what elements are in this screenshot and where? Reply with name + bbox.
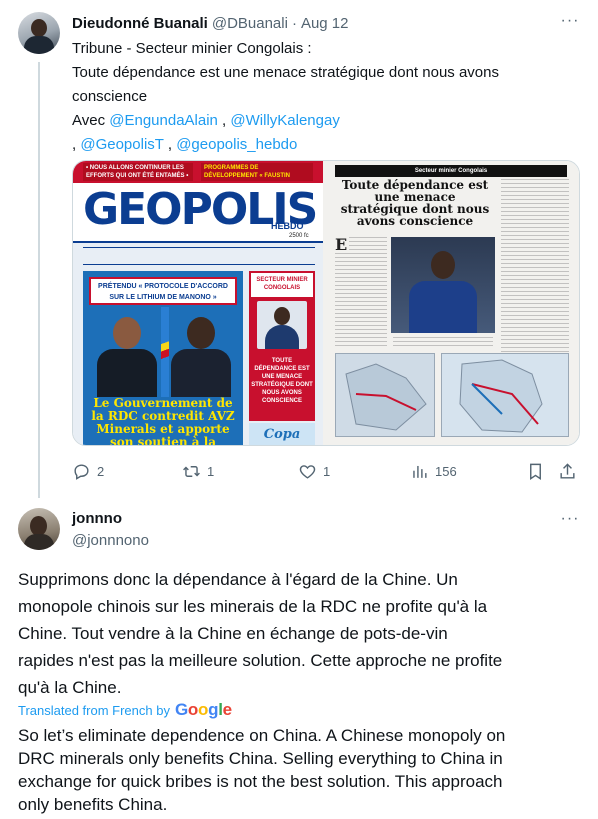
map-shape <box>459 359 543 433</box>
tweet-text-line: Toute dépendance est une menace stratégi… <box>72 64 499 81</box>
avatar[interactable] <box>18 12 60 54</box>
google-logo: Google <box>175 700 232 720</box>
cover-side-photo <box>257 301 307 349</box>
translated-text-line: So let’s eliminate dependence on China. … <box>18 726 506 745</box>
more-options-icon[interactable]: ··· <box>558 12 582 32</box>
author-handle[interactable]: @jonnnono <box>72 532 149 549</box>
person-face <box>187 317 215 349</box>
thread-line <box>38 62 40 498</box>
google-letter: o <box>187 700 198 719</box>
tweet-text-line: Tribune - Secteur minier Congolais : <box>72 40 312 57</box>
cover-headline: PRÉTENDU « PROTOCOLE D'ACCORD SUR LE LIT… <box>89 277 237 305</box>
author-name[interactable]: Dieudonné Buanali <box>72 15 208 32</box>
mentions-line: Avec @EngundaAlain , @WillyKalengay <box>72 109 584 133</box>
mentions-line: , @GeopolisT , @geopolis_hebdo <box>72 133 584 157</box>
tweet-date[interactable]: Aug 12 <box>301 15 349 32</box>
share-button[interactable] <box>558 458 577 484</box>
person-face <box>274 307 290 325</box>
retweet-count: 1 <box>207 463 215 479</box>
mention-link[interactable]: @EngundaAlain <box>109 112 218 129</box>
translated-text-line: DRC minerals only benefits China. Sellin… <box>18 749 503 768</box>
cover-side-title: SECTEUR MINIER CONGOLAIS <box>251 273 313 297</box>
heart-icon <box>299 464 316 479</box>
tweet-text-line: monopole chinois sur les minerais de la … <box>18 597 488 616</box>
tweet-media-image[interactable]: • NOUS ALLONS CONTINUER LES EFFORTS QUI … <box>72 160 580 446</box>
google-letter: G <box>174 700 188 719</box>
article-title: Toute dépendance est une menace stratégi… <box>340 178 490 228</box>
retweet-button[interactable]: 1 <box>182 458 214 484</box>
article-dropcap: E <box>335 235 349 254</box>
article-map <box>441 353 569 437</box>
person-suit <box>409 281 477 333</box>
mention-separator: , <box>217 112 231 129</box>
person-face <box>431 251 455 279</box>
cover-side-text: TOUTE DÉPENDANCE EST UNE MENACE STRATÉGI… <box>251 358 313 404</box>
article-map <box>335 353 435 437</box>
mention-link[interactable]: @WillyKalengay <box>230 112 339 129</box>
article-photo <box>391 237 495 333</box>
avatar-head <box>31 19 47 37</box>
avatar-body <box>24 36 54 54</box>
tweet-1[interactable]: Dieudonné Buanali @DBuanali · Aug 12 ···… <box>0 0 598 498</box>
views-count: 156 <box>435 463 457 479</box>
mention-link[interactable]: @geopolis_hebdo <box>176 136 297 153</box>
tweet-text-line: qu'à la Chine. <box>18 678 122 697</box>
tweet-header: Dieudonné Buanali @DBuanali · Aug 12 <box>72 12 349 34</box>
tweet-text-line: Supprimons donc la dépendance à l'égard … <box>18 570 458 589</box>
retweet-icon <box>183 465 200 477</box>
tweet-text-line: Chine. Tout vendre à la Chine en échange… <box>18 624 448 643</box>
cover-info-line <box>83 247 315 265</box>
translated-text-line: only benefits China. <box>18 795 168 814</box>
article-text-column <box>393 337 493 349</box>
cover-big-headline: Le Gouvernement de la RDC contredit AVZ … <box>91 396 235 446</box>
mention-link[interactable]: @GeopolisT <box>80 136 163 153</box>
bookmark-icon <box>530 463 541 480</box>
person-suit <box>97 349 157 397</box>
newspaper-cover: • NOUS ALLONS CONTINUER LES EFFORTS QUI … <box>73 161 323 445</box>
like-button[interactable]: 1 <box>298 458 330 484</box>
cover-strip-left: • NOUS ALLONS CONTINUER LES EFFORTS QUI … <box>83 163 193 181</box>
mention-separator: , <box>163 136 177 153</box>
translated-label: Translated from French by <box>18 702 170 718</box>
cover-side-foot: Copa <box>249 423 315 445</box>
reply-button[interactable]: 2 <box>72 458 104 484</box>
cover-price: 2500 fc <box>289 233 309 239</box>
views-icon <box>413 465 427 478</box>
mentions-prefix: Avec <box>72 112 110 129</box>
more-options-icon[interactable]: ··· <box>558 510 582 530</box>
article-rubric: Secteur minier Congolais <box>335 165 567 177</box>
translation-attribution[interactable]: Translated from French by Google <box>18 700 232 720</box>
newspaper-article-page: Secteur minier Congolais Toute dépendanc… <box>323 161 579 445</box>
translated-text-line: exchange for quick bribes is not the bes… <box>18 772 503 791</box>
cover-person-photo <box>165 311 235 397</box>
map-shape <box>345 363 427 431</box>
share-icon <box>560 462 575 479</box>
tweet-actions: 2 1 1 156 <box>72 458 580 484</box>
separator-dot: · <box>291 14 297 32</box>
cover-person-photo <box>93 311 159 397</box>
tweet-text: Supprimons donc la dépendance à l'égard … <box>18 566 584 701</box>
bookmark-button[interactable] <box>526 458 545 484</box>
avatar-head <box>30 516 47 536</box>
masthead-subtitle: HEBDO <box>271 221 304 231</box>
google-letter: g <box>208 700 219 719</box>
google-letter: e <box>222 700 232 719</box>
tweet-text-line: conscience <box>72 88 148 105</box>
reply-icon <box>74 463 89 480</box>
translated-text: So let’s eliminate dependence on China. … <box>18 724 584 816</box>
author-name[interactable]: jonnno <box>72 510 122 527</box>
views-button[interactable]: 156 <box>410 458 457 484</box>
person-suit <box>171 349 231 397</box>
person-suit <box>265 325 299 349</box>
person-face <box>113 317 141 349</box>
avatar-body <box>24 534 54 550</box>
avatar[interactable] <box>18 508 60 550</box>
like-count: 1 <box>323 463 331 479</box>
tweet-text-line: rapides n'est pas la meilleure solution.… <box>18 651 503 670</box>
google-letter: o <box>198 700 209 719</box>
cover-strip-right: PROGRAMMES DE DÉVELOPPEMENT « FAUSTIN LU… <box>201 163 313 181</box>
tweet-text: Tribune - Secteur minier Congolais : Tou… <box>72 37 584 157</box>
reply-count: 2 <box>97 463 105 479</box>
author-handle[interactable]: @DBuanali <box>212 15 288 32</box>
